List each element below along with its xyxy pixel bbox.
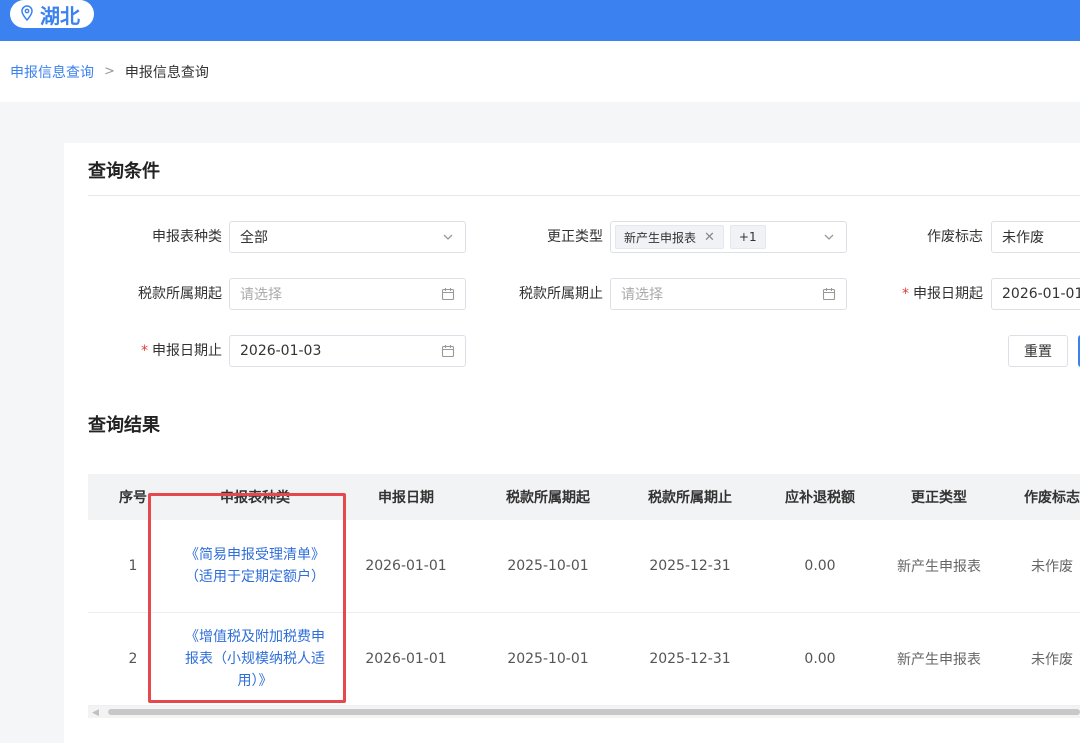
tax-period-end-picker[interactable]: 请选择 xyxy=(610,278,847,310)
row-void: 未作废 xyxy=(1031,652,1073,668)
row-correction: 新产生申报表 xyxy=(897,652,981,668)
correction-type-tag: 新产生申报表 ✕ xyxy=(615,225,724,249)
correction-type-label: 更正类型 xyxy=(547,229,603,245)
declare-date-start-value: 2026-01-01 xyxy=(1002,286,1080,302)
table-header: 序号 申报表种类 申报日期 税款所属期起 税款所属期止 应补退税额 更正类型 作… xyxy=(88,474,1080,520)
row-amount: 0.00 xyxy=(804,558,836,574)
correction-type-tag-label: 新产生申报表 xyxy=(624,230,697,245)
main-card: 查询条件 申报表种类 全部 更正类型 新产生申报表 ✕ +1 作废标志 未作废 … xyxy=(64,143,1080,743)
top-bar: 湖北 xyxy=(0,0,1080,41)
chevron-down-icon xyxy=(443,234,453,240)
declaration-type-select[interactable]: 全部 xyxy=(229,221,466,253)
tax-period-start-picker[interactable]: 请选择 xyxy=(229,278,466,310)
declaration-type-value: 全部 xyxy=(240,230,268,246)
row-type-link[interactable]: 《增值税及附加税费申报表（小规模纳税人适用）》 xyxy=(178,613,332,705)
location-pin-icon xyxy=(20,2,34,26)
results-section-title: 查询结果 xyxy=(88,415,160,436)
reset-button[interactable]: 重置 xyxy=(1008,335,1068,367)
tax-period-end-placeholder: 请选择 xyxy=(621,287,663,303)
column-header-type: 申报表种类 xyxy=(220,490,290,506)
row-type-link[interactable]: 《简易申报受理清单》（适用于定期定额户） xyxy=(178,520,332,612)
query-section-title: 查询条件 xyxy=(88,161,160,182)
row-declare-date: 2026-01-01 xyxy=(365,558,447,574)
declare-date-end-picker[interactable]: 2026-01-03 xyxy=(229,335,466,367)
correction-type-more-tag: +1 xyxy=(729,225,766,249)
declare-date-start-picker[interactable]: 2026-01-01 xyxy=(991,278,1080,310)
correction-type-select[interactable]: 新产生申报表 ✕ +1 xyxy=(610,221,847,253)
row-period-end: 2025-12-31 xyxy=(649,651,731,667)
tax-period-end-label: 税款所属期止 xyxy=(519,286,603,302)
column-header-period-end: 税款所属期止 xyxy=(648,490,732,506)
calendar-icon xyxy=(441,288,455,301)
scroll-left-arrow-icon[interactable]: ◀ xyxy=(92,708,99,718)
row-period-start: 2025-10-01 xyxy=(507,651,589,667)
void-flag-value: 未作废 xyxy=(1002,230,1044,246)
declare-date-end-value: 2026-01-03 xyxy=(240,343,322,359)
region-label: 湖北 xyxy=(40,3,80,28)
void-flag-label: 作废标志 xyxy=(927,229,983,245)
column-header-index: 序号 xyxy=(119,490,147,506)
column-header-period-start: 税款所属期起 xyxy=(506,490,590,506)
region-selector[interactable]: 湖北 xyxy=(10,0,94,28)
void-flag-select[interactable]: 未作废 xyxy=(991,221,1080,253)
chevron-down-icon xyxy=(824,234,834,240)
row-amount: 0.00 xyxy=(804,651,836,667)
tax-period-start-label: 税款所属期起 xyxy=(138,286,222,302)
chevron-right-icon: > xyxy=(104,64,115,79)
breadcrumb: 申报信息查询 > 申报信息查询 xyxy=(0,41,1080,102)
table-row: 2 《增值税及附加税费申报表（小规模纳税人适用）》 2026-01-01 202… xyxy=(88,613,1080,706)
row-index: 1 xyxy=(128,558,138,574)
row-index: 2 xyxy=(128,651,138,667)
declare-date-end-label: * 申报日期止 xyxy=(141,343,222,359)
column-header-void: 作废标志 xyxy=(1024,490,1080,506)
close-icon[interactable]: ✕ xyxy=(704,230,715,245)
column-header-declare-date: 申报日期 xyxy=(378,490,434,506)
column-header-correction: 更正类型 xyxy=(911,490,967,506)
horizontal-scrollbar[interactable]: ◀ xyxy=(88,706,1080,718)
divider xyxy=(88,195,1080,196)
column-header-amount: 应补退税额 xyxy=(785,490,855,506)
declare-date-start-label: * 申报日期起 xyxy=(902,286,983,302)
row-period-start: 2025-10-01 xyxy=(507,558,589,574)
breadcrumb-parent-link[interactable]: 申报信息查询 xyxy=(10,62,94,82)
breadcrumb-current: 申报信息查询 xyxy=(124,64,209,81)
table-row: 1 《简易申报受理清单》（适用于定期定额户） 2026-01-01 2025-1… xyxy=(88,520,1080,613)
row-correction: 新产生申报表 xyxy=(897,559,981,575)
row-declare-date: 2026-01-01 xyxy=(365,651,447,667)
tax-period-start-placeholder: 请选择 xyxy=(240,287,282,303)
declaration-type-label: 申报表种类 xyxy=(152,229,222,245)
scrollbar-thumb[interactable] xyxy=(108,709,1080,715)
row-period-end: 2025-12-31 xyxy=(649,558,731,574)
calendar-icon xyxy=(822,288,836,301)
calendar-icon xyxy=(441,345,455,358)
row-void: 未作废 xyxy=(1031,559,1073,575)
